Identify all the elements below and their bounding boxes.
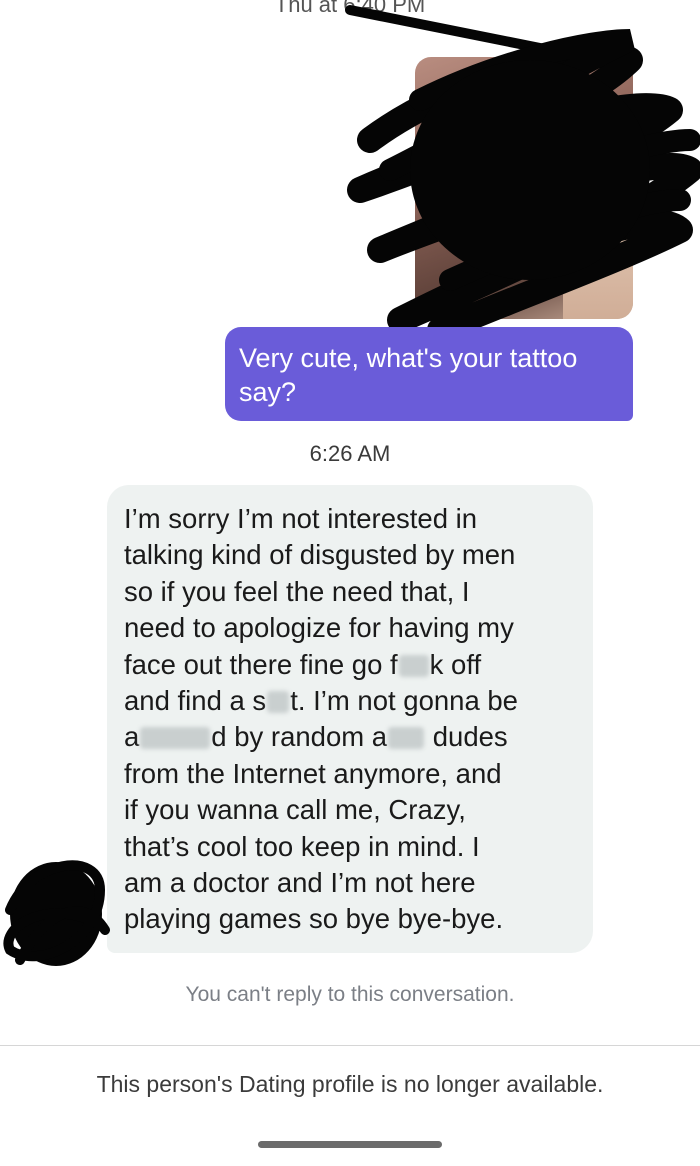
- profile-unavailable-notice: This person's Dating profile is no longe…: [96, 1071, 604, 1097]
- footer-divider: [0, 1045, 700, 1046]
- shared-photo[interactable]: [415, 57, 633, 319]
- sent-message-line: say?: [239, 377, 297, 407]
- message-line: face out there fine go fk off: [124, 648, 482, 680]
- sent-message-line: Very cute, what's your tattoo: [239, 343, 578, 373]
- message-line: I’m sorry I’m not interested in: [124, 503, 478, 534]
- conversation-timestamp: Thu at 6:40 PM: [274, 0, 426, 17]
- received-message-bubble[interactable]: I’m sorry I’m not interested in talking …: [107, 485, 593, 953]
- message-line: that’s cool too keep in mind. I: [124, 830, 480, 862]
- message-line: so if you feel the need that, I: [124, 575, 470, 607]
- censor-blur: [140, 727, 211, 750]
- message-line: am a doctor and I’m not here: [124, 867, 476, 899]
- message-line: playing games so bye bye-bye.: [124, 903, 504, 935]
- message-line: need to apologize for having my: [124, 612, 514, 644]
- sent-message-bubble[interactable]: Very cute, what's your tattoo say?: [225, 327, 633, 421]
- home-indicator-bar[interactable]: [258, 1141, 442, 1148]
- message-line: if you wanna call me, Crazy,: [124, 794, 466, 826]
- avatar-redaction-scribble: [3, 860, 110, 966]
- censor-blur: [388, 727, 425, 750]
- message-line: from the Internet anymore, and: [124, 757, 502, 789]
- censor-blur: [267, 691, 290, 714]
- message-line: talking kind of disgusted by men: [124, 539, 516, 571]
- message-line: and find a s t. I’m not gonna be: [124, 685, 518, 717]
- message-line: ad by random a dudes: [124, 721, 508, 753]
- censor-blur: [398, 654, 429, 677]
- photo-skin-area: [563, 177, 633, 319]
- cannot-reply-notice: You can't reply to this conversation.: [185, 983, 515, 1006]
- message-time: 6:26 AM: [309, 441, 391, 466]
